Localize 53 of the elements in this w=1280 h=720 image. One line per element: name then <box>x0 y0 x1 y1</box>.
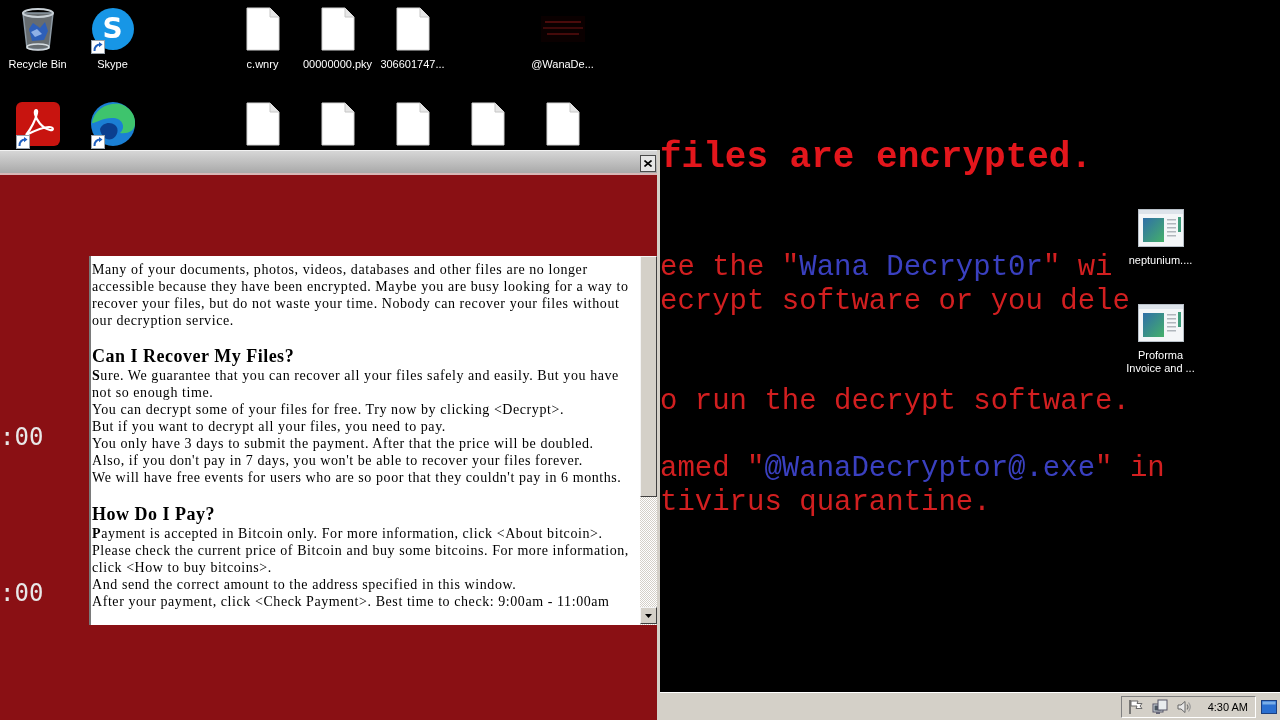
wallpaper-text-line: files are encrypted. <box>660 138 1093 178</box>
body-paragraph: Many of your documents, photos, videos, databases and other files are no longer accessible because they have been encrypted. Maybe you are busy looking for a way to recover your files, but do not waste your time. Nobody can recover your files without our decryption service. <box>92 261 630 329</box>
icon-label[interactable]: 00000000.pky <box>300 58 375 71</box>
body-paragraph: Also, if you don't pay in 7 days, you won't be able to recover your files forever. <box>92 452 584 469</box>
down-arrow-icon <box>645 613 652 618</box>
icon-label[interactable]: 306601747... <box>375 58 450 71</box>
clock-time[interactable]: 4:30 AM <box>1207 700 1248 713</box>
file-icon[interactable] <box>470 102 505 146</box>
browser-swirl-icon[interactable] <box>89 101 136 147</box>
body-paragraph: We will have free events for users who are so poor that they couldn't pay in 6 months. <box>92 469 623 486</box>
file-icon[interactable] <box>245 7 280 51</box>
icon-label[interactable]: Skype <box>75 58 150 71</box>
file-icon[interactable] <box>395 102 430 146</box>
icon-label[interactable]: Recycle Bin <box>0 58 75 71</box>
body-paragraph: You only have 3 days to submit the payment. After that the price will be doubled. <box>92 435 595 452</box>
close-button[interactable] <box>640 155 656 172</box>
timer-digits: :00 <box>0 582 45 604</box>
wallpaper-text-line: amed "@WanaDecryptor@.exe" in <box>660 452 1165 486</box>
file-icon[interactable] <box>245 102 280 146</box>
wallpaper-text-line: ecrypt software or you dele <box>660 284 1130 318</box>
section-heading: Can I Recover My Files? <box>92 345 296 367</box>
wallpaper-text-line: ee the "Wana Decrypt0r" wi <box>660 251 1113 285</box>
icon-label[interactable]: @WanaDe... <box>525 58 600 71</box>
icon-label[interactable]: neptunium.... <box>1123 254 1198 267</box>
pdf-app-icon[interactable] <box>15 102 60 146</box>
flag-icon[interactable] <box>1127 698 1144 715</box>
body-paragraph: You can decrypt some of your files for free. Try now by clicking <Decrypt>. <box>92 401 565 418</box>
speaker-icon[interactable] <box>1175 698 1192 715</box>
file-icon[interactable] <box>545 102 580 146</box>
section-heading: How Do I Pay? <box>92 503 216 525</box>
file-icon[interactable] <box>320 102 355 146</box>
body-paragraph: After your payment, click <Check Payment>. Best time to check: 9:00am - 11:00am <box>92 593 611 610</box>
file-icon[interactable] <box>395 7 430 51</box>
body-paragraph: But if you want to decrypt all your files, you need to pay. <box>92 418 447 435</box>
body-paragraph: And send the correct amount to the address specified in this window. <box>92 576 518 593</box>
window-picture-icon[interactable] <box>1137 304 1184 342</box>
body-paragraph: Sure. We guarantee that you can recover all your files safely and easily. But you have not so enough time. <box>92 367 620 401</box>
network-icon[interactable] <box>1151 698 1168 715</box>
wallpaper-text-line: o run the decrypt software. <box>660 385 1130 419</box>
timer-digits: :00 <box>0 426 45 448</box>
close-icon <box>644 160 652 167</box>
scrollbar-track[interactable] <box>640 256 657 625</box>
body-paragraph: Payment is accepted in Bitcoin only. For more information, click <About bitcoin>. <box>92 525 604 542</box>
window-picture-icon[interactable] <box>1137 209 1184 247</box>
wallpaper-text-line: tivirus quarantine. <box>660 485 991 519</box>
body-paragraph: Please check the current price of Bitcoin and buy some bitcoins. For more information, click <How to buy bitcoins>. <box>92 542 630 576</box>
screen-icon[interactable] <box>1261 699 1277 714</box>
file-icon[interactable] <box>320 7 355 51</box>
icon-label[interactable]: Proforma Invoice and ... <box>1123 349 1198 375</box>
scrollbar-thumb[interactable] <box>640 256 657 497</box>
icon-label[interactable]: c.wnry <box>225 58 300 71</box>
scroll-down-button[interactable] <box>640 607 657 624</box>
recycle-bin-icon[interactable] <box>19 7 56 51</box>
